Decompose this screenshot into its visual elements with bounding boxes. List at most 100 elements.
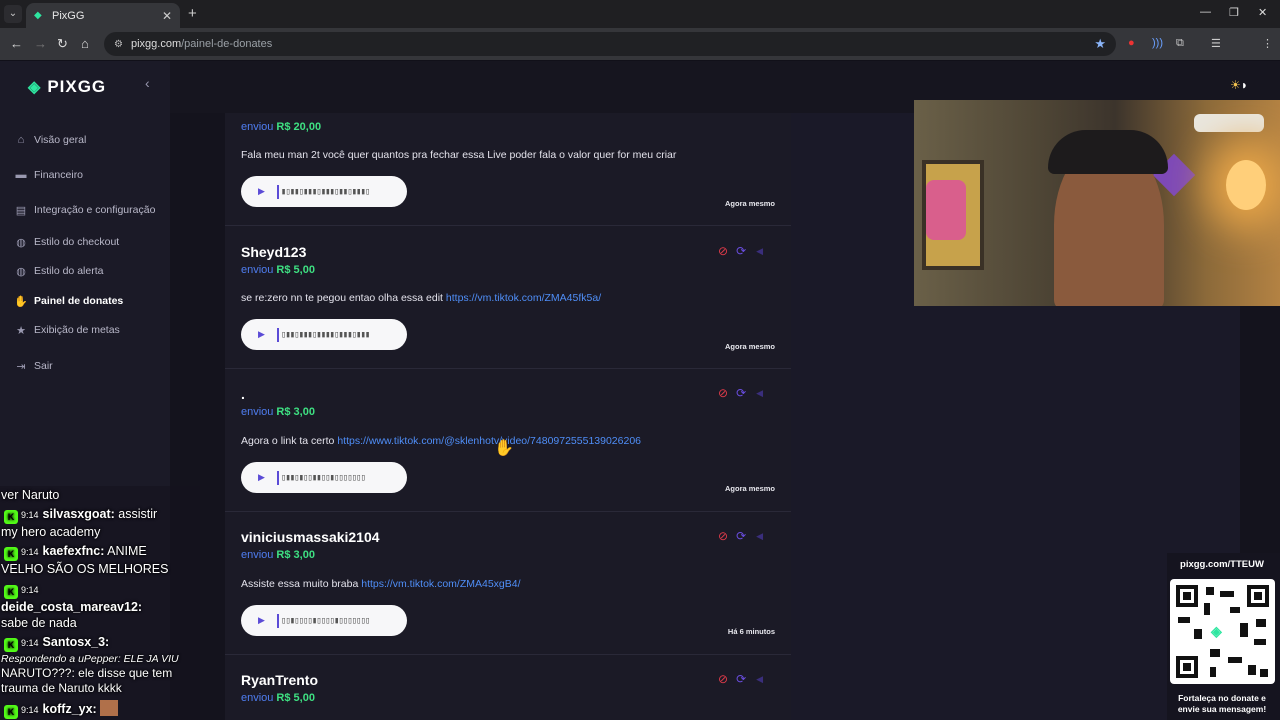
mute-icon[interactable]: ◀ [756, 388, 763, 399]
ban-icon[interactable]: ⊘ [718, 386, 728, 400]
pixgg-logo-icon: ◈ [1211, 623, 1222, 639]
play-icon[interactable]: ▶ [258, 329, 265, 340]
tab-close-icon[interactable]: ✕ [162, 9, 172, 23]
palette-icon: ◍ [16, 265, 26, 278]
chat-text: ver Naruto [1, 488, 60, 502]
chat-text: my hero academy [1, 525, 101, 539]
mute-icon[interactable]: ◀ [756, 531, 763, 542]
replay-icon[interactable]: ⟳ [736, 244, 746, 258]
waveform: ▮▯▮▮▯▮▮▮▯▮▮▮▯▮▮▯▮▮▮▯ [280, 186, 370, 197]
qr-module [1260, 669, 1268, 677]
sun-icon: ☀ [1230, 78, 1241, 92]
chat-line: K 9:14 koffz_yx: [1, 700, 118, 719]
qr-finder [1176, 656, 1198, 678]
chat-line: VELHO SÃO OS MELHORES [1, 562, 168, 576]
donation-time: Agora mesmo [724, 342, 775, 351]
message-text: se re:zero nn te pegou entao olha essa e… [241, 292, 443, 304]
audio-player[interactable]: ▶ ▮▯▮▮▯▮▮▮▯▮▮▮▯▮▮▯▮▮▮▯ [241, 176, 407, 207]
browser-menu-icon[interactable]: ⋮ [1262, 37, 1273, 50]
nav-item-sair[interactable]: ⇥ Sair [14, 357, 52, 375]
play-icon[interactable]: ▶ [258, 186, 265, 197]
donation-time: Há 6 minutos [727, 627, 775, 636]
donation-link[interactable]: https://www.tiktok.com/@sklenhotv/video/… [337, 435, 641, 447]
donation-link[interactable]: https://vm.tiktok.com/ZMA45fk5a/ [446, 292, 601, 304]
playhead[interactable] [276, 613, 279, 628]
url-path: /painel-de-donates [181, 38, 273, 50]
donation-amount: R$ 3,00 [276, 549, 315, 561]
qr-module [1206, 587, 1214, 595]
waveform: ▯▯▮▯▯▯▯▮▯▯▯▯▮▯▯▯▯▯▯▯ [280, 615, 370, 626]
pixgg-logo[interactable]: ◈ PIXGG [28, 77, 106, 97]
url-bar[interactable]: ⚙ pixgg.com/painel-de-donates ★ [104, 32, 1116, 56]
layers-icon: ▤ [15, 204, 27, 217]
site-info-icon[interactable]: ⚙ [114, 39, 123, 50]
divider [225, 368, 791, 369]
restore-icon[interactable]: ❐ [1229, 6, 1239, 19]
donor-name: RyanTrento [241, 672, 319, 688]
playhead[interactable] [276, 184, 279, 199]
new-tab-button[interactable]: + [188, 5, 197, 22]
qr-module [1248, 665, 1256, 675]
extension-audio-icon[interactable]: ))) [1152, 37, 1163, 49]
replay-icon[interactable]: ⟳ [736, 672, 746, 686]
browser-tab-bar: ⌄ ◆ PixGG ✕ + — ❐ ✕ [0, 0, 1280, 28]
home-icon[interactable]: ⌂ [81, 36, 89, 51]
nav-item-visao-geral[interactable]: ⌂ Visão geral [14, 131, 87, 149]
play-icon[interactable]: ▶ [258, 472, 265, 483]
nav-item-financeiro[interactable]: ▬ Financeiro [14, 166, 84, 184]
tab-title: PixGG [52, 9, 85, 22]
donation-link[interactable]: https://vm.tiktok.com/ZMA45xgB4/ [361, 578, 520, 590]
audio-player[interactable]: ▶ ▯▯▮▯▯▯▯▮▯▯▯▯▮▯▯▯▯▯▯▯ [241, 605, 407, 636]
audio-player[interactable]: ▶ ▯▮▮▯▮▮▮▯▮▮▮▮▯▮▮▮▯▮▮▮ [241, 319, 407, 350]
qr-module [1178, 617, 1190, 623]
replay-icon[interactable]: ⟳ [736, 386, 746, 400]
kick-badge-icon: K [4, 705, 18, 719]
minimize-icon[interactable]: — [1200, 6, 1211, 18]
chat-text: trauma de Naruto kkkk [1, 681, 122, 695]
nav-item-estilo-alerta[interactable]: ◍ Estilo do alerta [14, 262, 103, 280]
chat-user: koffz_yx: [42, 702, 97, 716]
back-icon[interactable]: ← [10, 36, 23, 51]
nav-label: Exibição de metas [34, 324, 120, 336]
nav-item-integracao[interactable]: ▤ Integração e configuração [14, 201, 156, 219]
playhead[interactable] [276, 327, 279, 342]
collapse-sidebar-chevron-icon[interactable]: ‹ [145, 75, 150, 91]
donate-hand-icon: ✋ [14, 295, 28, 308]
kick-badge-icon: K [4, 510, 18, 524]
shelf-car [1194, 114, 1264, 132]
ban-icon[interactable]: ⊘ [718, 672, 728, 686]
sent-label: enviou [241, 692, 274, 704]
pixgg-favicon-icon: ◆ [34, 9, 42, 21]
nav-label: Estilo do alerta [34, 265, 104, 277]
theme-toggle[interactable]: ☀◗ [1230, 78, 1248, 92]
replay-icon[interactable]: ⟳ [736, 529, 746, 543]
divider [225, 511, 791, 512]
mute-icon[interactable]: ◀ [756, 674, 763, 685]
forward-icon[interactable]: → [34, 36, 47, 51]
audio-player[interactable]: ▶ ▯▮▮▯▮▯▯▮▮▯▯▮▯▯▯▯▯▯▯ [241, 462, 407, 493]
ban-icon[interactable]: ⊘ [718, 529, 728, 543]
close-window-icon[interactable]: ✕ [1258, 6, 1267, 19]
qr-module [1254, 639, 1266, 645]
bookmark-star-icon[interactable]: ★ [1094, 36, 1106, 52]
divider [225, 654, 791, 655]
nav-item-painel-donates[interactable]: ✋ Painel de donates [14, 292, 123, 310]
chat-line: ver Naruto [1, 488, 59, 502]
nav-label: Estilo do checkout [34, 236, 120, 248]
browser-tab[interactable]: ◆ PixGG ✕ [26, 3, 180, 28]
playhead[interactable] [276, 470, 279, 485]
donor-name: Sheyd123 [241, 244, 307, 260]
nav-item-estilo-checkout[interactable]: ◍ Estilo do checkout [14, 233, 119, 251]
qr-module [1210, 649, 1220, 657]
play-icon[interactable]: ▶ [258, 615, 265, 626]
qr-module [1228, 657, 1242, 663]
media-control-icon[interactable]: ☰ [1211, 37, 1221, 50]
tab-search-chevron-icon[interactable]: ⌄ [4, 5, 22, 23]
extension-record-icon[interactable]: ● [1128, 37, 1135, 49]
lamp [1226, 160, 1266, 210]
mute-icon[interactable]: ◀ [756, 246, 763, 257]
ban-icon[interactable]: ⊘ [718, 244, 728, 258]
nav-item-exibicao-metas[interactable]: ★ Exibição de metas [14, 321, 120, 339]
extensions-puzzle-icon[interactable]: ⧉ [1176, 37, 1184, 50]
reload-icon[interactable]: ↻ [57, 36, 68, 52]
